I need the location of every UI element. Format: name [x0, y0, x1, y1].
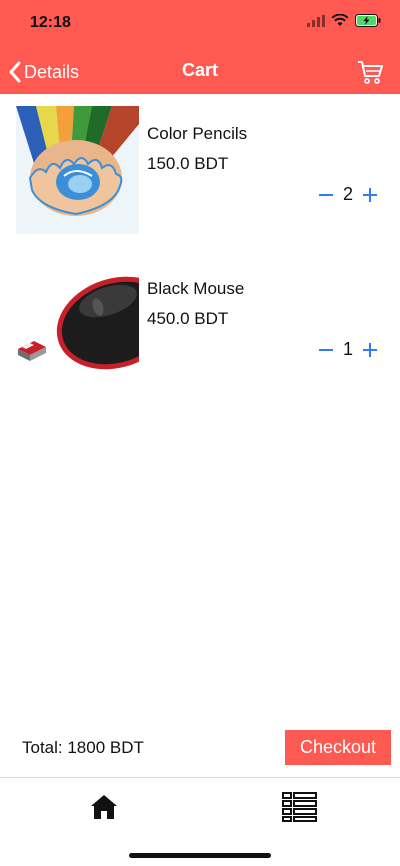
cellular-signal-icon — [307, 14, 325, 27]
status-icons — [307, 14, 382, 27]
quantity-stepper: 2 — [316, 184, 380, 205]
increase-quantity-button[interactable] — [360, 340, 380, 360]
item-price: 450.0 BDT — [147, 309, 229, 328]
home-icon — [91, 795, 117, 819]
page-title: Cart — [181, 60, 218, 80]
wifi-icon — [331, 14, 349, 26]
tab-home[interactable] — [84, 791, 124, 823]
cart-screen: 12:18 Details Cart Color Pencils 150.0 B… — [0, 0, 400, 866]
header: 12:18 Details Cart — [0, 0, 400, 94]
tab-bar — [0, 777, 400, 866]
cart-icon — [358, 61, 383, 84]
tab-list[interactable] — [280, 791, 320, 823]
checkout-button[interactable]: Checkout — [285, 730, 391, 765]
item-name: Black Mouse — [147, 279, 245, 298]
navigation-bar: Details Cart — [0, 50, 400, 94]
item-price: 150.0 BDT — [147, 154, 229, 173]
cart-summary: Total: 1800 BDT Checkout — [0, 728, 400, 768]
quantity-stepper: 1 — [316, 339, 380, 360]
item-name: Color Pencils — [147, 124, 248, 143]
black-mouse-image — [16, 261, 139, 389]
cart-item: Black Mouse 450.0 BDT 1 — [0, 261, 400, 391]
quantity-value: 2 — [342, 184, 353, 204]
cart-item: Color Pencils 150.0 BDT 2 — [0, 106, 400, 236]
cart-total: Total: 1800 BDT — [22, 738, 144, 757]
list-icon — [282, 792, 317, 822]
status-time: 12:18 — [30, 14, 71, 31]
decrease-quantity-button[interactable] — [316, 340, 336, 360]
quantity-value: 1 — [342, 339, 353, 359]
home-indicator — [129, 853, 271, 858]
increase-quantity-button[interactable] — [360, 185, 380, 205]
battery-charging-icon — [355, 14, 381, 27]
decrease-quantity-button[interactable] — [316, 185, 336, 205]
color-pencils-image — [16, 106, 139, 234]
cart-button[interactable] — [356, 58, 384, 86]
